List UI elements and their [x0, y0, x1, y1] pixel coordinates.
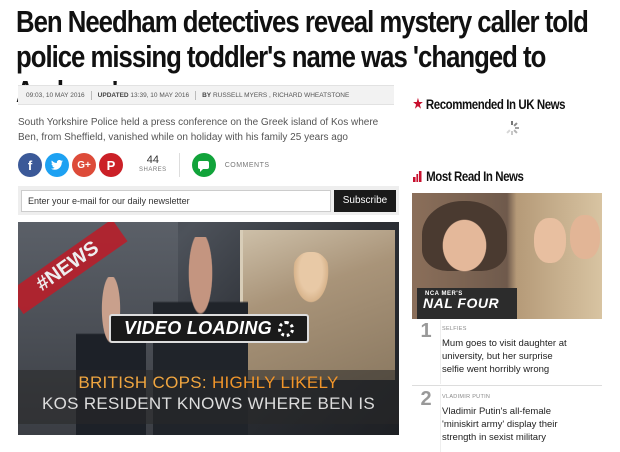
- comments-link[interactable]: COMMENTS: [225, 162, 270, 169]
- standfirst: South Yorkshire Police held a press conf…: [18, 117, 379, 143]
- share-bar: f G+ P 44 SHARES COMMENTS: [18, 152, 270, 178]
- headline-line-1: Ben Needham detectives reveal mystery ca…: [16, 4, 589, 39]
- item-number: 2: [420, 388, 432, 410]
- item-category[interactable]: VLADIMIR PUTIN: [442, 394, 490, 400]
- most-read-item-2[interactable]: 2 VLADIMIR PUTIN Vladimir Putin's all-fe…: [412, 388, 602, 452]
- item-category[interactable]: SELFIES: [442, 326, 467, 332]
- authors[interactable]: RUSSELL MYERS , RICHARD WHEATSTONE: [213, 92, 349, 99]
- google-plus-icon[interactable]: G+: [72, 153, 96, 177]
- loading-spinner-icon: [277, 320, 294, 337]
- star-icon: ★: [413, 96, 423, 111]
- twitter-icon[interactable]: [45, 153, 69, 177]
- most-read-image[interactable]: NCA MER'S NAL FOUR: [412, 193, 602, 319]
- caption-line-2: KOS RESIDENT KNOWS WHERE BEN IS: [42, 394, 375, 413]
- by-label: BY: [202, 91, 212, 99]
- video-caption: BRITISH COPS: HIGHLY LIKELY KOS RESIDENT…: [18, 372, 399, 422]
- video-player[interactable]: #NEWS BRITISH COPS: HIGHLY LIKELY KOS RE…: [18, 222, 399, 435]
- most-read-item-1[interactable]: 1 SELFIES Mum goes to visit daughter at …: [412, 320, 602, 384]
- newsletter-signup: Subscribe: [18, 186, 399, 215]
- byline: 09:03, 10 MAY 2016 UPDATED 13:39, 10 MAY…: [18, 85, 394, 105]
- facebook-icon[interactable]: f: [18, 153, 42, 177]
- item-title[interactable]: Vladimir Putin's all-female 'miniskirt a…: [442, 405, 574, 444]
- bar-chart-icon: [413, 171, 422, 182]
- share-count: 44 SHARES: [139, 154, 167, 174]
- loading-spinner-icon: [505, 121, 519, 135]
- pinterest-icon[interactable]: P: [99, 153, 123, 177]
- comments-icon[interactable]: [191, 153, 216, 177]
- recommended-heading: ★ Recommended In UK News: [413, 96, 566, 112]
- subscribe-button[interactable]: Subscribe: [334, 189, 396, 212]
- item-number: 1: [420, 320, 432, 342]
- most-read-heading: Most Read In News: [413, 169, 524, 184]
- caption-rest: HIGHLY LIKELY: [211, 373, 339, 392]
- published-time: 09:03, 10 MAY 2016: [26, 91, 85, 99]
- shirt-print: NCA MER'S NAL FOUR: [417, 288, 517, 319]
- newsletter-email-input[interactable]: [21, 189, 331, 212]
- video-loading-badge: VIDEO LOADING: [109, 314, 309, 343]
- item-title[interactable]: Mum goes to visit daughter at university…: [442, 337, 574, 376]
- updated-time: 13:39, 10 MAY 2016: [130, 91, 190, 99]
- updated-label: UPDATED: [97, 91, 129, 99]
- caption-highlight: BRITISH COPS:: [78, 373, 207, 392]
